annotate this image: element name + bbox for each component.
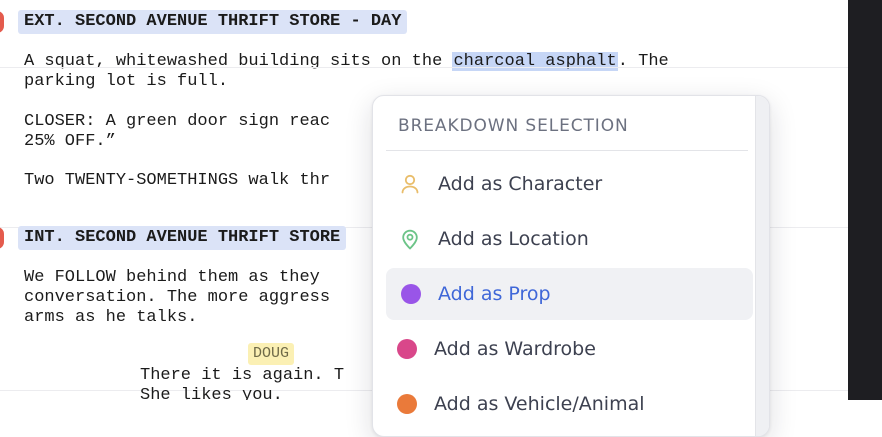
map-pin-icon	[398, 227, 422, 251]
add-as-wardrobe-item[interactable]: Add as Wardrobe	[386, 323, 753, 375]
menu-item-label: Add as Wardrobe	[434, 338, 596, 360]
vehicle-dot-icon	[397, 394, 417, 414]
action-line: A squat, whitewashed building sits on th…	[24, 52, 669, 72]
menu-title: BREAKDOWN SELECTION	[398, 116, 629, 136]
wardrobe-dot-icon	[397, 339, 417, 359]
scene-heading[interactable]: INT. SECOND AVENUE THRIFT STORE	[18, 226, 347, 250]
dialogue-line: There it is again. T	[140, 366, 345, 385]
action-line: We FOLLOW behind them as they	[24, 268, 320, 287]
scene-number-marker[interactable]	[0, 227, 4, 249]
scene-heading[interactable]: EXT. SECOND AVENUE THRIFT STORE - DAY	[18, 10, 408, 34]
menu-item-label: Add as Character	[438, 173, 603, 195]
prop-dot-icon	[401, 284, 421, 304]
menu-divider	[386, 150, 748, 151]
add-as-prop-item[interactable]: Add as Prop	[386, 268, 753, 320]
action-text: A squat, whitewashed building sits on th…	[24, 52, 453, 71]
scene-number-marker[interactable]	[0, 11, 4, 33]
action-line: conversation. The more aggress	[24, 288, 331, 307]
breakdown-selection-menu: BREAKDOWN SELECTION Add as Character Add…	[372, 95, 770, 437]
action-line: Two TWENTY-SOMETHINGS walk thr	[24, 171, 331, 190]
action-line: 25% OFF.”	[24, 132, 116, 151]
menu-item-label: Add as Vehicle/Animal	[434, 393, 645, 415]
action-line: parking lot is full.	[24, 72, 229, 91]
action-line: CLOSER: A green door sign reac	[24, 112, 331, 131]
add-as-vehicle-animal-item[interactable]: Add as Vehicle/Animal	[386, 378, 753, 430]
scene-divider	[0, 67, 848, 68]
selected-text[interactable]: charcoal asphalt	[452, 52, 618, 71]
add-as-character-item[interactable]: Add as Character	[386, 158, 753, 210]
menu-item-label: Add as Prop	[438, 283, 551, 305]
character-cue[interactable]: DOUG	[248, 343, 295, 365]
action-line: arms as he talks.	[24, 308, 198, 327]
action-text: . The	[617, 52, 669, 71]
side-panel-edge	[848, 0, 882, 400]
menu-scrollbar[interactable]	[755, 96, 769, 436]
person-icon	[398, 172, 422, 196]
menu-item-label: Add as Location	[438, 228, 589, 250]
dialogue-line: She likes you.	[140, 386, 283, 400]
add-as-location-item[interactable]: Add as Location	[386, 213, 753, 265]
